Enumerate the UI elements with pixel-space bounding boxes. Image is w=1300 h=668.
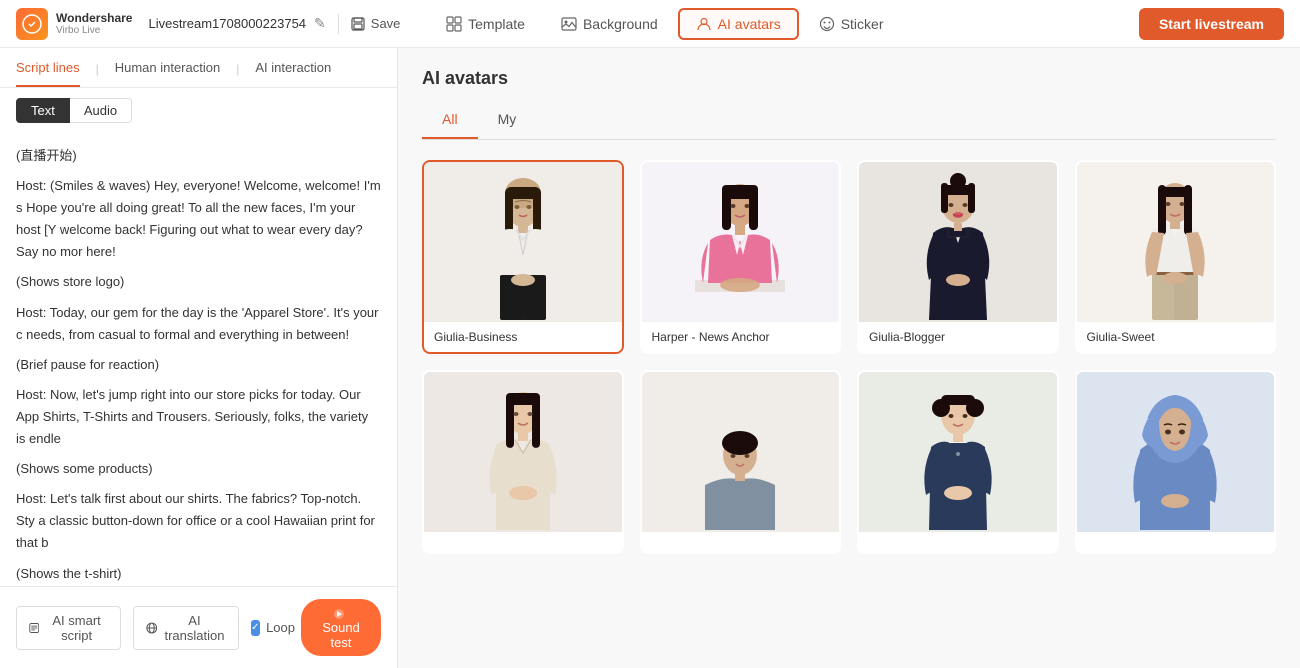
ai-translation-button[interactable]: AI translation (133, 606, 239, 650)
nav-sticker-label: Sticker (841, 16, 884, 32)
sound-test-label: Sound test (322, 620, 360, 650)
nav-template-label: Template (468, 16, 525, 32)
nav-ai-avatars-label: AI avatars (718, 16, 781, 32)
script-content: (直播开始) Host: (Smiles & waves) Hey, every… (0, 133, 397, 586)
top-nav: Wondershare Virbo Live Livestream1708000… (0, 0, 1300, 48)
logo-area: Wondershare Virbo Live (16, 8, 132, 40)
avatar-card-2[interactable]: Harper - News Anchor (640, 160, 842, 354)
avatar-image-6 (642, 372, 840, 532)
avatar-filter-tabs: All My (422, 105, 1276, 140)
ai-translation-label: AI translation (163, 613, 225, 643)
avatar-image-4 (1077, 162, 1275, 322)
app-logo-icon (16, 8, 48, 40)
edit-icon[interactable]: ✎ (314, 15, 326, 32)
script-line-0: (直播开始) (16, 145, 381, 167)
avatar-image-3 (859, 162, 1057, 322)
avatar-name-2: Harper - News Anchor (642, 322, 840, 352)
avatar-card-4[interactable]: Giulia-Sweet (1075, 160, 1277, 354)
right-panel: AI avatars All My (398, 48, 1300, 668)
filter-tab-my[interactable]: My (478, 105, 537, 139)
avatar-image-7 (859, 372, 1057, 532)
logo-text-area: Wondershare Virbo Live (56, 11, 132, 36)
background-icon (561, 16, 577, 32)
stream-name: Livestream1708000223754 (148, 16, 306, 31)
left-panel: Script lines | Human interaction | AI in… (0, 48, 398, 668)
avatar-name-5 (424, 532, 622, 552)
save-label: Save (371, 16, 401, 31)
sticker-icon (819, 16, 835, 32)
script-tabs: Script lines | Human interaction | AI in… (0, 48, 397, 88)
avatar-card-7[interactable] (857, 370, 1059, 554)
avatar-card-8[interactable] (1075, 370, 1277, 554)
template-icon (446, 16, 462, 32)
sound-test-button[interactable]: Sound test (301, 599, 381, 656)
nav-center: Template Background AI avatars Sticker (430, 8, 899, 40)
tab-human-interaction[interactable]: Human interaction (115, 60, 221, 87)
avatar-name-7 (859, 532, 1057, 552)
panel-title: AI avatars (422, 68, 1276, 89)
ai-smart-script-label: AI smart script (45, 613, 107, 643)
nav-template[interactable]: Template (430, 10, 541, 38)
avatar-name-1: Giulia-Business (424, 322, 622, 352)
nav-background[interactable]: Background (545, 10, 674, 38)
avatar-name-4: Giulia-Sweet (1077, 322, 1275, 352)
start-livestream-button[interactable]: Start livestream (1139, 8, 1284, 40)
save-button[interactable]: Save (351, 16, 401, 31)
script-line-8: (Shows the t-shirt) (16, 563, 381, 585)
loop-checkbox[interactable]: ✓ (251, 620, 260, 636)
avatar-card-6[interactable] (640, 370, 842, 554)
avatar-image-5 (424, 372, 622, 532)
avatar-image-8 (1077, 372, 1275, 532)
avatar-image-1 (424, 162, 622, 322)
save-icon (351, 17, 365, 31)
nav-ai-avatars[interactable]: AI avatars (678, 8, 799, 40)
script-line-1: Host: (Smiles & waves) Hey, everyone! We… (16, 175, 381, 263)
avatar-card-1[interactable]: Giulia-Business (422, 160, 624, 354)
ai-smart-script-button[interactable]: AI smart script (16, 606, 121, 650)
script-line-2: (Shows store logo) (16, 271, 381, 293)
avatar-image-2 (642, 162, 840, 322)
avatar-name-8 (1077, 532, 1275, 552)
sound-test-icon (333, 608, 345, 620)
script-footer: AI smart script AI translation ✓ Loop So… (0, 586, 397, 668)
text-audio-tabs: Text Audio (0, 88, 397, 133)
divider (338, 14, 339, 34)
script-line-5: Host: Now, let's jump right into our sto… (16, 384, 381, 450)
ai-translation-icon (146, 621, 158, 635)
avatar-grid: Giulia-Business (422, 160, 1276, 554)
logo-line2: Virbo Live (56, 25, 132, 36)
script-line-6: (Shows some products) (16, 458, 381, 480)
filter-tab-all[interactable]: All (422, 105, 478, 139)
tab-text-button[interactable]: Text (16, 98, 70, 123)
ai-avatars-icon (696, 16, 712, 32)
loop-label: Loop (266, 620, 295, 635)
main-layout: Script lines | Human interaction | AI in… (0, 48, 1300, 668)
tab-audio-button[interactable]: Audio (70, 98, 132, 123)
tab-script-lines[interactable]: Script lines (16, 60, 80, 87)
avatar-name-3: Giulia-Blogger (859, 322, 1057, 352)
avatar-name-6 (642, 532, 840, 552)
tab-ai-interaction[interactable]: AI interaction (255, 60, 331, 87)
nav-sticker[interactable]: Sticker (803, 10, 900, 38)
loop-area: ✓ Loop Sound test (251, 599, 381, 656)
avatar-card-5[interactable] (422, 370, 624, 554)
script-line-3: Host: Today, our gem for the day is the … (16, 302, 381, 346)
script-line-7: Host: Let's talk first about our shirts.… (16, 488, 381, 554)
nav-background-label: Background (583, 16, 658, 32)
script-line-4: (Brief pause for reaction) (16, 354, 381, 376)
logo-line1: Wondershare (56, 11, 132, 25)
ai-smart-script-icon (29, 621, 39, 635)
avatar-card-3[interactable]: Giulia-Blogger (857, 160, 1059, 354)
